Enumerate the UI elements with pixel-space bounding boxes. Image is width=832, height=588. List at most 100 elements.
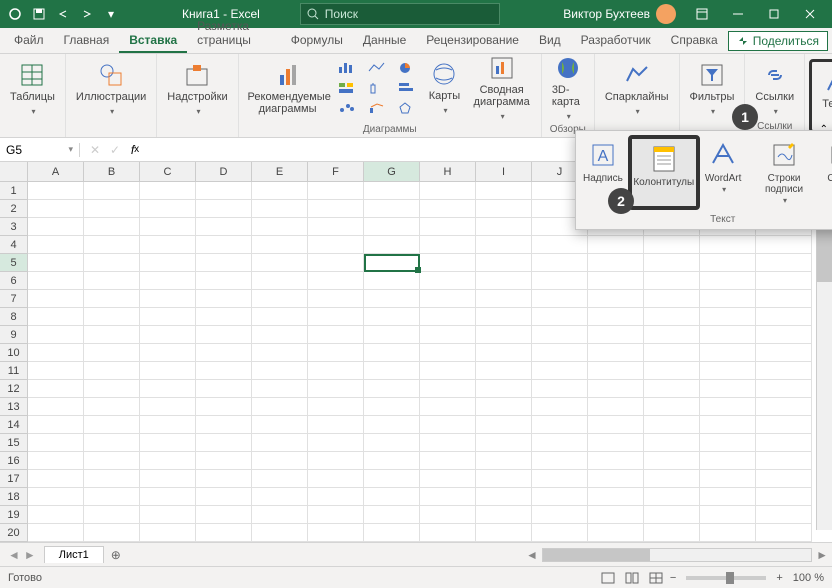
row-header-16[interactable]: 16 (0, 452, 28, 470)
ribbon-display-options[interactable] (684, 0, 720, 28)
cell[interactable] (196, 470, 252, 488)
cell[interactable] (364, 218, 420, 236)
cell[interactable] (196, 290, 252, 308)
row-header-2[interactable]: 2 (0, 200, 28, 218)
cell[interactable] (756, 398, 812, 416)
cell[interactable] (84, 398, 140, 416)
cell[interactable] (196, 506, 252, 524)
name-box[interactable]: G5▾ (0, 143, 80, 157)
cell[interactable] (644, 326, 700, 344)
cell[interactable] (420, 254, 476, 272)
cell[interactable] (308, 200, 364, 218)
cell[interactable] (84, 488, 140, 506)
cell[interactable] (140, 506, 196, 524)
cell[interactable] (700, 290, 756, 308)
fill-handle[interactable] (415, 267, 421, 273)
vertical-scrollbar[interactable] (816, 182, 832, 530)
cell[interactable] (140, 434, 196, 452)
cell[interactable] (140, 362, 196, 380)
page-break-view-button[interactable] (646, 569, 666, 587)
cell[interactable] (476, 236, 532, 254)
cell[interactable] (476, 524, 532, 542)
cell[interactable] (84, 452, 140, 470)
cell[interactable] (644, 344, 700, 362)
cell[interactable] (532, 290, 588, 308)
cell[interactable] (196, 524, 252, 542)
cell[interactable] (84, 506, 140, 524)
cell[interactable] (308, 344, 364, 362)
col-header-I[interactable]: I (476, 162, 532, 182)
cell[interactable] (84, 272, 140, 290)
tab-data[interactable]: Данные (353, 29, 416, 53)
cell[interactable] (588, 272, 644, 290)
cell[interactable] (756, 254, 812, 272)
row-header-9[interactable]: 9 (0, 326, 28, 344)
cell[interactable] (28, 470, 84, 488)
col-header-D[interactable]: D (196, 162, 252, 182)
maximize-button[interactable] (756, 0, 792, 28)
row-header-3[interactable]: 3 (0, 218, 28, 236)
cell[interactable] (28, 434, 84, 452)
cell[interactable] (140, 272, 196, 290)
cell[interactable] (140, 344, 196, 362)
cell[interactable] (308, 308, 364, 326)
cell[interactable] (420, 290, 476, 308)
cell[interactable] (420, 506, 476, 524)
cell[interactable] (756, 470, 812, 488)
sheet-tab-1[interactable]: Лист1 (44, 546, 104, 563)
cell[interactable] (28, 380, 84, 398)
cell[interactable] (532, 272, 588, 290)
cell[interactable] (308, 488, 364, 506)
cell[interactable] (28, 218, 84, 236)
cell[interactable] (756, 524, 812, 542)
wordart-button[interactable]: WordArt (702, 135, 745, 210)
cell[interactable] (364, 380, 420, 398)
row-header-19[interactable]: 19 (0, 506, 28, 524)
col-header-H[interactable]: H (420, 162, 476, 182)
cell[interactable] (140, 200, 196, 218)
cell[interactable] (588, 308, 644, 326)
new-sheet-button[interactable]: ⊕ (104, 548, 128, 562)
cell[interactable] (84, 362, 140, 380)
cell[interactable] (140, 326, 196, 344)
cell[interactable] (84, 218, 140, 236)
cell[interactable] (364, 362, 420, 380)
cell[interactable] (28, 452, 84, 470)
save-icon[interactable] (28, 3, 50, 25)
cell[interactable] (196, 308, 252, 326)
undo-icon[interactable] (52, 3, 74, 25)
cell[interactable] (252, 200, 308, 218)
cell[interactable] (28, 254, 84, 272)
cell[interactable] (364, 272, 420, 290)
row-header-20[interactable]: 20 (0, 524, 28, 542)
addins-button[interactable]: Надстройки (163, 59, 231, 119)
cell[interactable] (308, 362, 364, 380)
object-button[interactable]: Объект (823, 135, 832, 210)
cell[interactable] (756, 506, 812, 524)
cell[interactable] (196, 434, 252, 452)
zoom-in[interactable]: + (776, 572, 782, 584)
row-header-6[interactable]: 6 (0, 272, 28, 290)
filters-button[interactable]: Фильтры (686, 59, 739, 119)
row-header-17[interactable]: 17 (0, 470, 28, 488)
pie-chart-button[interactable] (394, 59, 420, 77)
cell[interactable] (196, 362, 252, 380)
cell[interactable] (476, 470, 532, 488)
cell[interactable] (140, 488, 196, 506)
row-header-1[interactable]: 1 (0, 182, 28, 200)
hierarchy-chart-button[interactable] (334, 79, 360, 97)
cell[interactable] (532, 398, 588, 416)
cell[interactable] (28, 290, 84, 308)
cell[interactable] (644, 470, 700, 488)
cell[interactable] (700, 272, 756, 290)
col-header-E[interactable]: E (252, 162, 308, 182)
sparklines-button[interactable]: Спарклайны (601, 59, 673, 119)
cell[interactable] (84, 344, 140, 362)
cell[interactable] (756, 344, 812, 362)
cell[interactable] (196, 380, 252, 398)
tab-developer[interactable]: Разработчик (571, 29, 661, 53)
cell[interactable] (28, 398, 84, 416)
cell[interactable] (140, 290, 196, 308)
cell[interactable] (28, 236, 84, 254)
page-layout-view-button[interactable] (622, 569, 642, 587)
